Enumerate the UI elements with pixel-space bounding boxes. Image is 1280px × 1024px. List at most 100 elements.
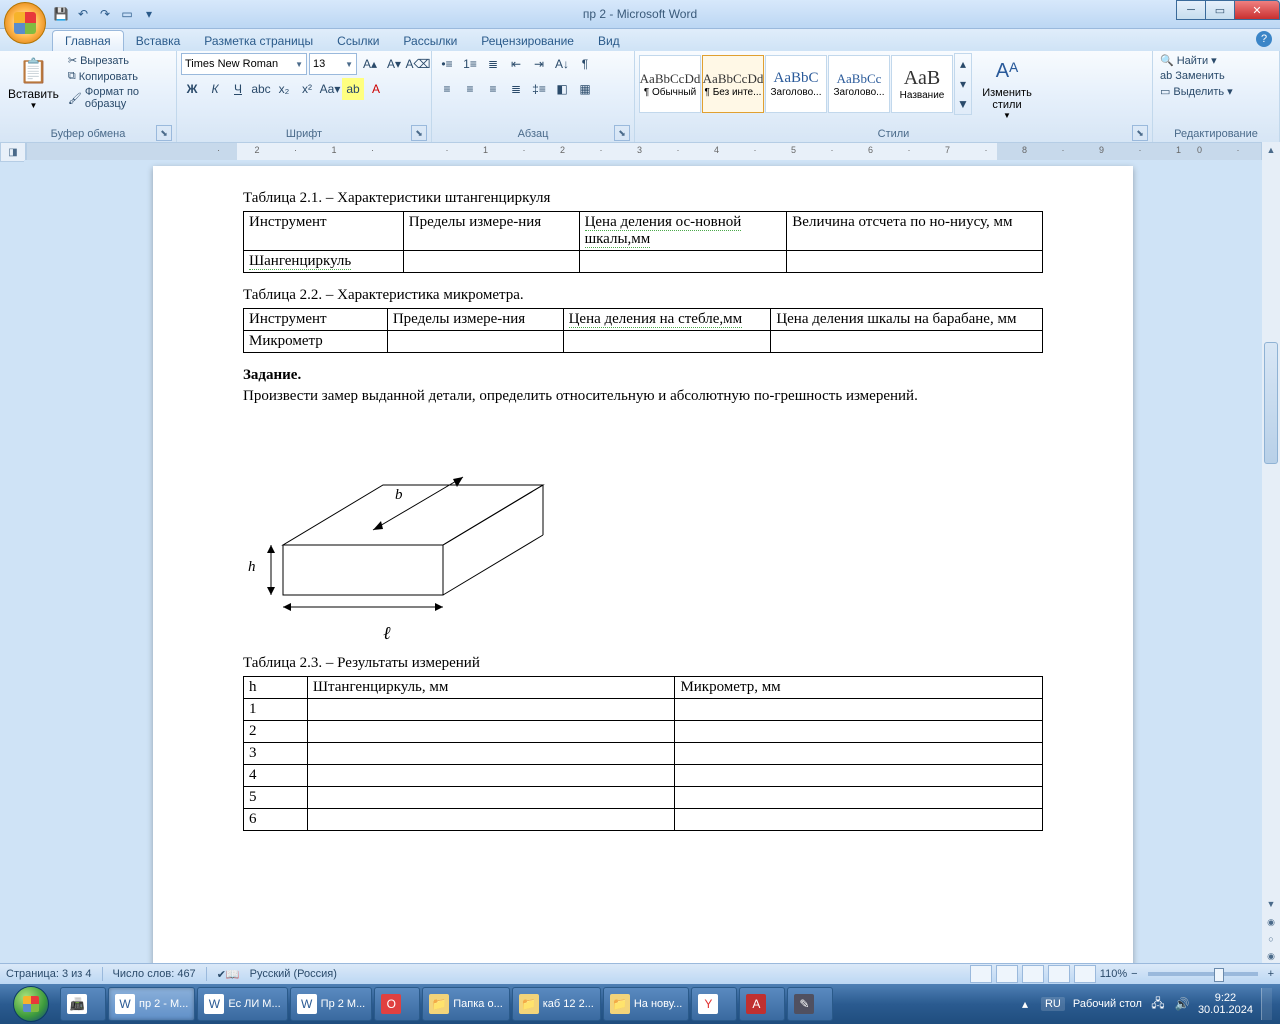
multilevel-button[interactable]: ≣: [482, 53, 504, 75]
taskbar-item-2[interactable]: WПр 2 М...: [290, 987, 373, 1021]
horizontal-ruler[interactable]: · 2 · 1 · · 1 · 2 · 3 · 4 · 5 · 6 · 7 · …: [26, 142, 1262, 162]
select-button[interactable]: ▭Выделить ▾: [1157, 84, 1236, 99]
taskbar-item-0[interactable]: Wпр 2 - M...: [108, 987, 195, 1021]
find-button[interactable]: 🔍Найти ▾: [1157, 53, 1236, 68]
tab-references[interactable]: Ссылки: [325, 31, 391, 51]
style-heading1[interactable]: AaBbCЗаголово...: [765, 55, 827, 113]
tray-sound-icon[interactable]: 🔊: [1174, 996, 1190, 1012]
bold-button[interactable]: Ж: [181, 78, 203, 100]
show-marks-button[interactable]: ¶: [574, 53, 596, 75]
start-button[interactable]: [4, 985, 58, 1023]
tray-desktop-label[interactable]: Рабочий стол: [1073, 998, 1142, 1010]
styles-row-down[interactable]: ▾: [955, 74, 971, 94]
align-justify[interactable]: ≣: [505, 78, 527, 100]
clipboard-launcher[interactable]: ⬊: [156, 125, 172, 141]
office-button[interactable]: [4, 2, 46, 44]
style-normal[interactable]: AaBbCcDd¶ Обычный: [639, 55, 701, 113]
zoom-slider[interactable]: [1148, 972, 1258, 976]
qat-customize[interactable]: ▾: [140, 5, 158, 23]
paste-button[interactable]: 📋 Вставить ▼: [4, 53, 63, 112]
tab-review[interactable]: Рецензирование: [469, 31, 586, 51]
scroll-down[interactable]: ▼: [1262, 896, 1280, 912]
taskbar-item-6[interactable]: 📁На нову...: [603, 987, 689, 1021]
taskbar-item-8[interactable]: A: [739, 987, 785, 1021]
status-language[interactable]: Русский (Россия): [250, 968, 337, 980]
show-desktop-button[interactable]: [1261, 988, 1272, 1020]
shrink-font[interactable]: A▾: [383, 53, 405, 75]
status-spellcheck-icon[interactable]: ✔📖: [217, 968, 240, 981]
qat-undo[interactable]: ↶: [74, 5, 92, 23]
browse-object[interactable]: ○: [1262, 931, 1280, 947]
bullets-button[interactable]: •≡: [436, 53, 458, 75]
line-spacing[interactable]: ‡≡: [528, 78, 550, 100]
superscript-button[interactable]: x²: [296, 78, 318, 100]
style-title[interactable]: АаВНазвание: [891, 55, 953, 113]
italic-button[interactable]: К: [204, 78, 226, 100]
borders-button[interactable]: ▦: [574, 78, 596, 100]
style-no-spacing[interactable]: AaBbCcDd¶ Без инте...: [702, 55, 764, 113]
change-case-button[interactable]: Aa▾: [319, 78, 341, 100]
styles-more[interactable]: ▼: [955, 94, 971, 114]
maximize-button[interactable]: ▭: [1205, 0, 1235, 20]
taskbar-item-3[interactable]: O: [374, 987, 420, 1021]
align-right[interactable]: ≡: [482, 78, 504, 100]
tab-mailings[interactable]: Рассылки: [391, 31, 469, 51]
qat-redo[interactable]: ↷: [96, 5, 114, 23]
font-launcher[interactable]: ⬊: [411, 125, 427, 141]
tray-network-icon[interactable]: 🖧: [1150, 996, 1166, 1012]
document-page[interactable]: Таблица 2.1. – Характеристики штангенцир…: [153, 166, 1133, 964]
format-painter-button[interactable]: 🖌Формат по образцу: [65, 85, 172, 111]
prev-page[interactable]: ◉: [1262, 914, 1280, 930]
zoom-level[interactable]: 110%: [1100, 968, 1127, 980]
taskbar-item-9[interactable]: ✎: [787, 987, 833, 1021]
zoom-out[interactable]: −: [1131, 968, 1137, 980]
view-full-screen[interactable]: [996, 965, 1018, 983]
subscript-button[interactable]: x₂: [273, 78, 295, 100]
next-page[interactable]: ◉: [1262, 948, 1280, 964]
close-button[interactable]: ✕: [1234, 0, 1280, 20]
strike-button[interactable]: abc: [250, 78, 272, 100]
tab-insert[interactable]: Вставка: [124, 31, 193, 51]
vertical-scrollbar[interactable]: ▲ ▼ ◉ ○ ◉: [1261, 142, 1280, 964]
underline-button[interactable]: Ч: [227, 78, 249, 100]
styles-row-up[interactable]: ▴: [955, 54, 971, 74]
sort-button[interactable]: A↓: [551, 53, 573, 75]
taskbar-item-5[interactable]: 📁каб 12 2...: [512, 987, 601, 1021]
taskbar-pinned-0[interactable]: 📠: [60, 987, 106, 1021]
tab-home[interactable]: Главная: [52, 30, 124, 51]
scroll-thumb[interactable]: [1264, 342, 1278, 464]
status-words[interactable]: Число слов: 467: [113, 968, 196, 980]
shading-button[interactable]: ◧: [551, 78, 573, 100]
taskbar-item-1[interactable]: WЕс ЛИ М...: [197, 987, 287, 1021]
font-name-combo[interactable]: Times New Roman▼: [181, 53, 307, 75]
minimize-button[interactable]: ─: [1176, 0, 1206, 20]
replace-button[interactable]: abЗаменить: [1157, 69, 1236, 83]
scroll-up[interactable]: ▲: [1262, 142, 1280, 158]
tray-show-hidden[interactable]: ▴: [1017, 996, 1033, 1012]
paragraph-launcher[interactable]: ⬊: [614, 125, 630, 141]
font-size-combo[interactable]: 13▼: [309, 53, 357, 75]
status-page[interactable]: Страница: 3 из 4: [6, 968, 92, 980]
ruler-toggle[interactable]: ◨: [0, 142, 26, 162]
copy-button[interactable]: ⧉Копировать: [65, 69, 172, 84]
zoom-in[interactable]: +: [1268, 968, 1274, 980]
decrease-indent[interactable]: ⇤: [505, 53, 527, 75]
highlight-button[interactable]: ab: [342, 78, 364, 100]
view-web-layout[interactable]: [1022, 965, 1044, 983]
document-viewport[interactable]: Таблица 2.1. – Характеристики штангенцир…: [24, 160, 1262, 964]
view-draft[interactable]: [1074, 965, 1096, 983]
tray-clock[interactable]: 9:22 30.01.2024: [1198, 992, 1253, 1016]
taskbar-item-7[interactable]: Y: [691, 987, 737, 1021]
qat-save[interactable]: 💾: [52, 5, 70, 23]
clear-formatting[interactable]: A⌫: [407, 53, 429, 75]
grow-font[interactable]: A▴: [359, 53, 381, 75]
align-center[interactable]: ≡: [459, 78, 481, 100]
view-outline[interactable]: [1048, 965, 1070, 983]
view-print-layout[interactable]: [970, 965, 992, 983]
tray-language[interactable]: RU: [1041, 997, 1065, 1011]
help-button[interactable]: ?: [1256, 31, 1272, 47]
font-color-button[interactable]: A: [365, 78, 387, 100]
styles-launcher[interactable]: ⬊: [1132, 125, 1148, 141]
style-heading2[interactable]: AaBbCcЗаголово...: [828, 55, 890, 113]
change-styles-button[interactable]: Aᴬ Изменить стили ▼: [974, 53, 1040, 122]
